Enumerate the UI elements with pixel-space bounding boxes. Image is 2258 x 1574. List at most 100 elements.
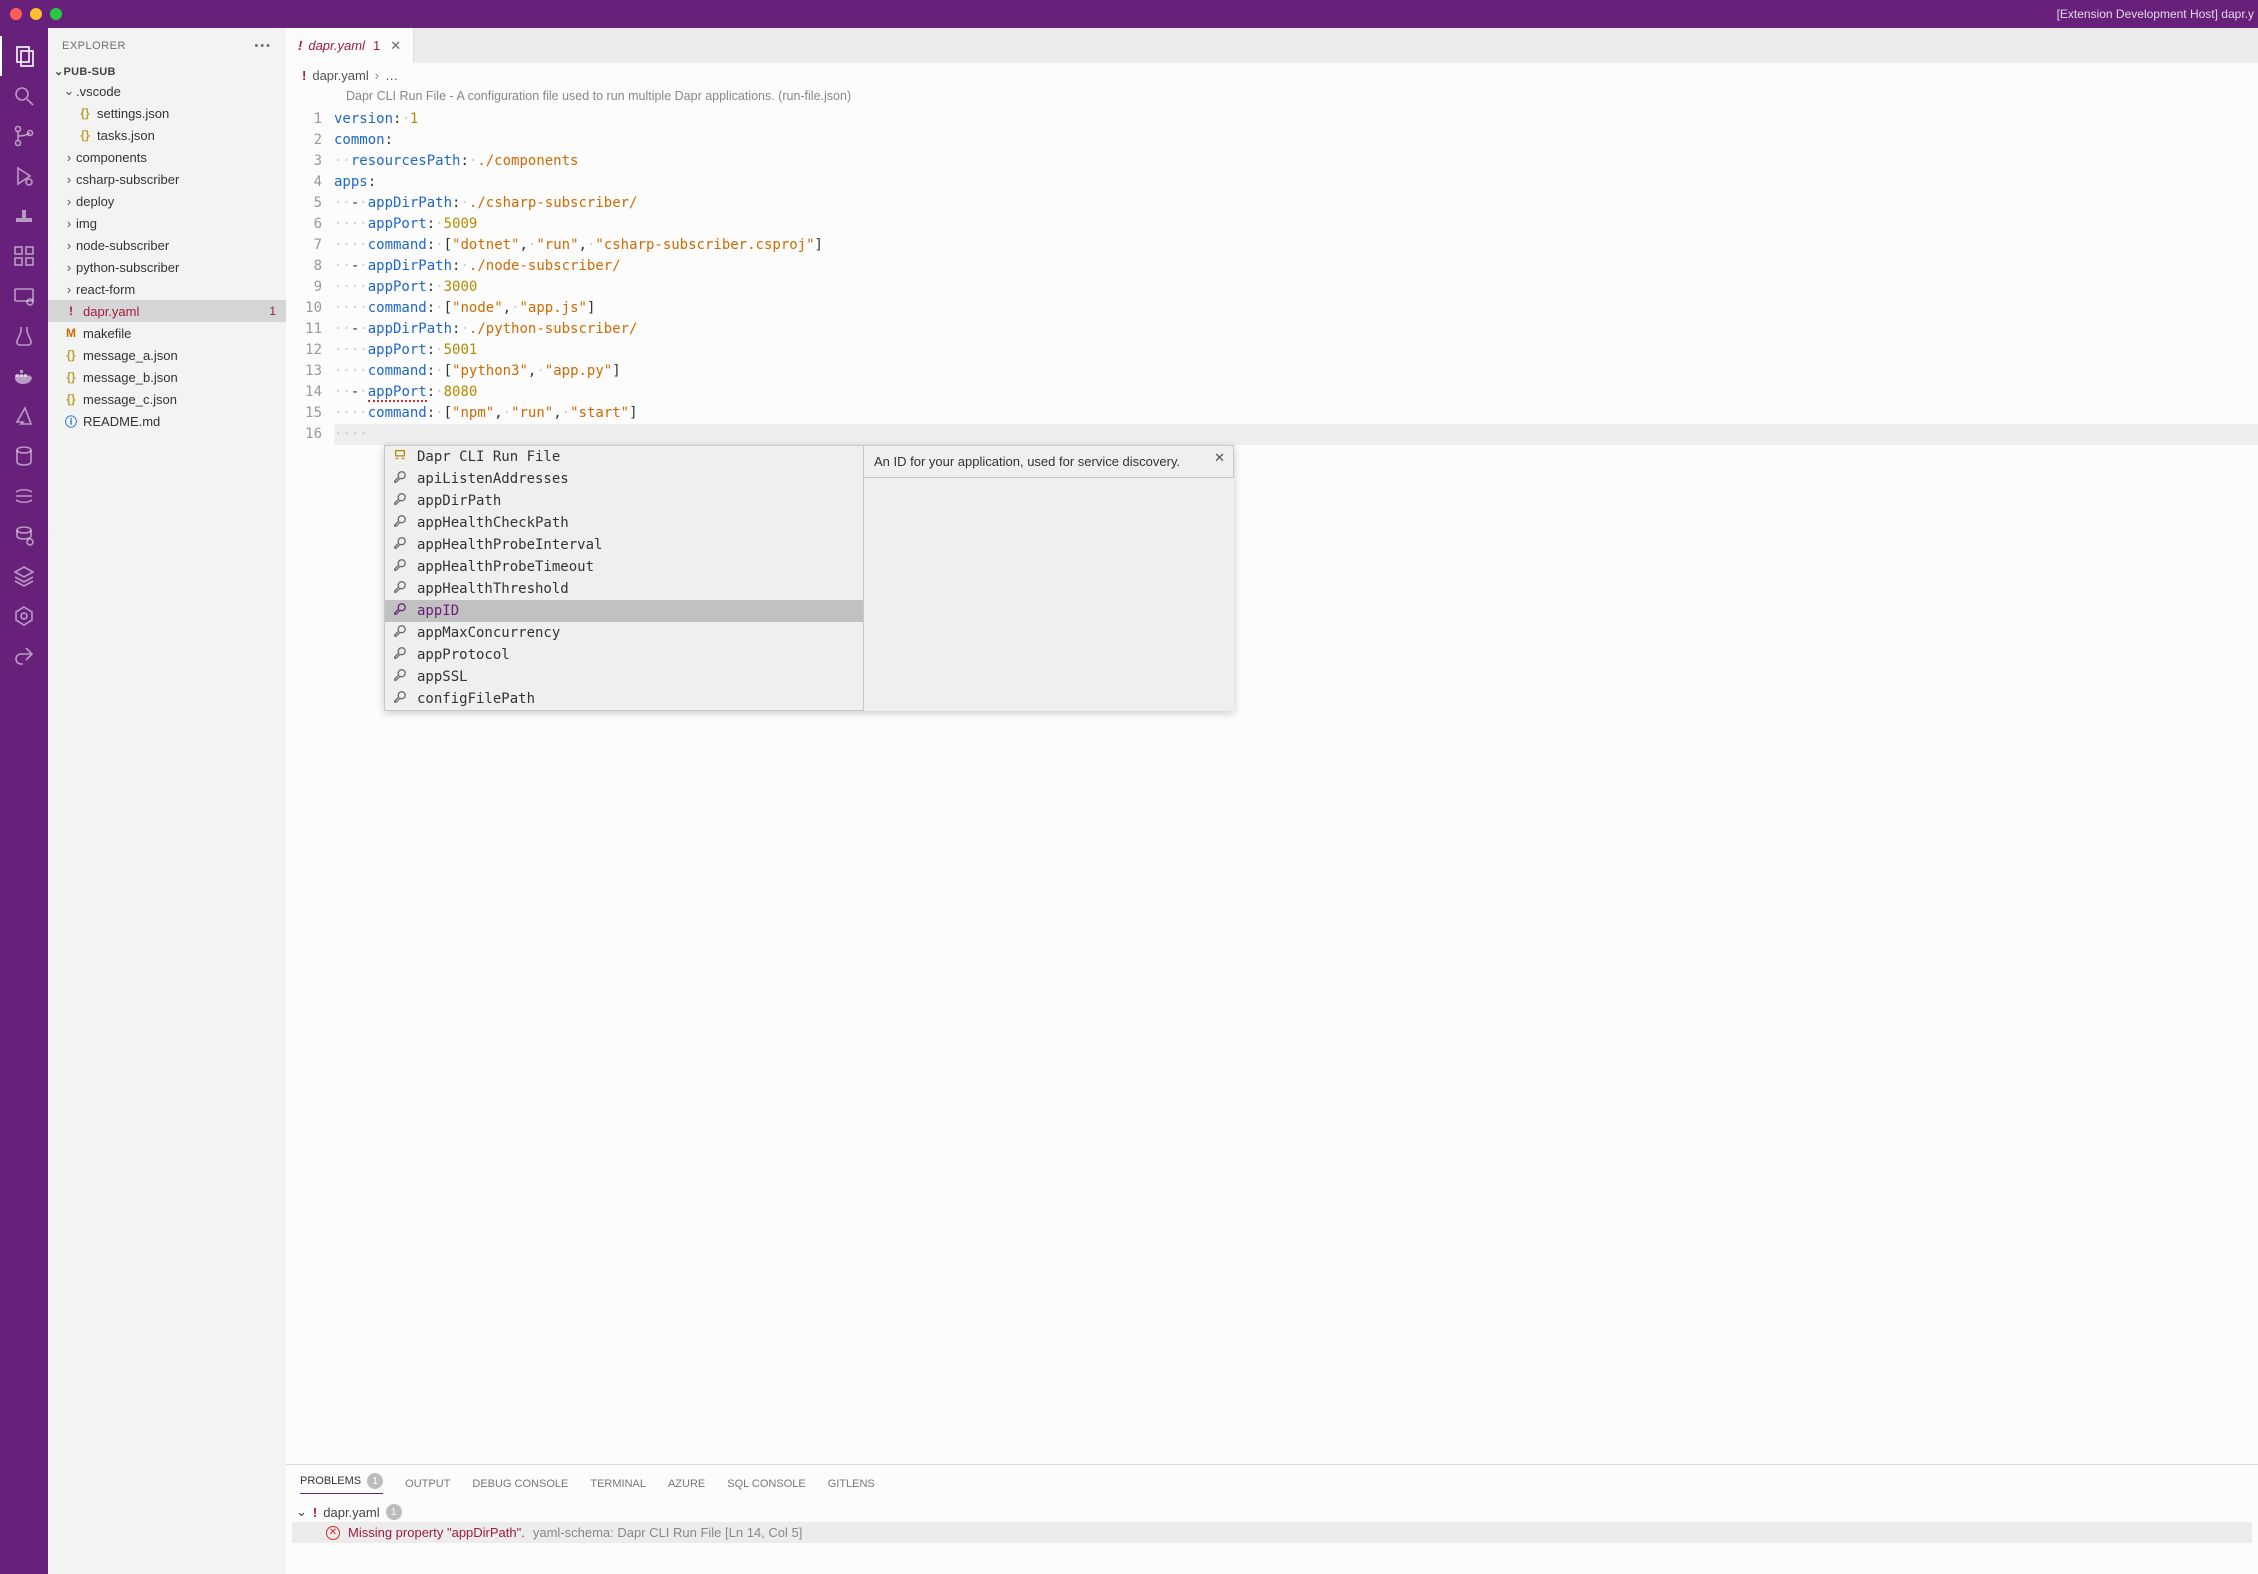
code-line[interactable]: ····appPort:·3000: [334, 277, 2258, 298]
code-line[interactable]: ··resourcesPath:·./components: [334, 151, 2258, 172]
autocomplete-item[interactable]: appDirPath: [385, 490, 863, 512]
autocomplete-item[interactable]: appHealthProbeInterval: [385, 534, 863, 556]
tree-file[interactable]: {}settings.json: [48, 102, 286, 124]
json-icon: {}: [62, 370, 80, 384]
close-icon[interactable]: ✕: [1214, 450, 1225, 466]
tree-folder[interactable]: ›components: [48, 146, 286, 168]
code-line[interactable]: ····command:·["dotnet",·"run",·"csharp-s…: [334, 235, 2258, 256]
code-line[interactable]: ····appPort:·5001: [334, 340, 2258, 361]
code-line[interactable]: ····command:·["node",·"app.js"]: [334, 298, 2258, 319]
editor-tab-dapr-yaml[interactable]: ! dapr.yaml 1 ✕: [286, 28, 414, 63]
activity-remote[interactable]: [0, 276, 48, 316]
tree-label: python-subscriber: [76, 260, 179, 275]
code-line[interactable]: common:: [334, 130, 2258, 151]
code-line[interactable]: ··-·appDirPath:·./python-subscriber/: [334, 319, 2258, 340]
panel-tab-debug-console[interactable]: DEBUG CONSOLE: [472, 1473, 568, 1494]
autocomplete-item[interactable]: Dapr CLI Run File: [385, 446, 863, 468]
window-controls: [10, 8, 62, 20]
panel-tab-problems[interactable]: PROBLEMS1: [300, 1473, 383, 1494]
tree-folder[interactable]: ›img: [48, 212, 286, 234]
autocomplete-item[interactable]: configFilePath: [385, 688, 863, 710]
tree-file[interactable]: {}tasks.json: [48, 124, 286, 146]
autocomplete-item[interactable]: appHealthProbeTimeout: [385, 556, 863, 578]
tree-folder[interactable]: ›deploy: [48, 190, 286, 212]
autocomplete-item[interactable]: apiListenAddresses: [385, 468, 863, 490]
activity-azure[interactable]: [0, 396, 48, 436]
problems-file-row[interactable]: ⌄ ! dapr.yaml 1: [292, 1502, 2252, 1522]
activity-search[interactable]: [0, 76, 48, 116]
tree-file[interactable]: {}message_b.json: [48, 366, 286, 388]
code-line[interactable]: version:·1: [334, 109, 2258, 130]
activity-kubernetes[interactable]: [0, 596, 48, 636]
problem-item[interactable]: ✕ Missing property "appDirPath". yaml-sc…: [292, 1522, 2252, 1543]
tree-folder[interactable]: ›node-subscriber: [48, 234, 286, 256]
activity-bar: [0, 28, 48, 1574]
code-line[interactable]: ····command:·["python3",·"app.py"]: [334, 361, 2258, 382]
breadcrumb[interactable]: ! dapr.yaml › …: [286, 63, 2258, 87]
wrench-icon: [393, 690, 409, 708]
autocomplete-widget: Dapr CLI Run FileapiListenAddresses appDi…: [384, 445, 1234, 711]
code-line[interactable]: ··-·appDirPath:·./node-subscriber/: [334, 256, 2258, 277]
sidebar-section-header[interactable]: ⌄ PUB-SUB: [48, 63, 286, 80]
activity-run-debug[interactable]: [0, 156, 48, 196]
autocomplete-item[interactable]: appHealthCheckPath: [385, 512, 863, 534]
wrench-icon: [393, 602, 409, 620]
autocomplete-list[interactable]: Dapr CLI Run FileapiListenAddresses appDi…: [384, 445, 864, 711]
code-editor[interactable]: 12345678910111213141516 version:·1common…: [286, 109, 2258, 1464]
tree-folder[interactable]: ›csharp-subscriber: [48, 168, 286, 190]
activity-source-control[interactable]: [0, 116, 48, 156]
activity-docker[interactable]: [0, 356, 48, 396]
tree-folder[interactable]: ›react-form: [48, 278, 286, 300]
tree-file[interactable]: ⓘREADME.md: [48, 410, 286, 432]
activity-db2[interactable]: [0, 516, 48, 556]
activity-dapr[interactable]: [0, 196, 48, 236]
activity-testing[interactable]: [0, 316, 48, 356]
problem-badge: 1: [269, 304, 276, 318]
sidebar-more-icon[interactable]: •••: [254, 40, 272, 52]
autocomplete-item[interactable]: appID: [385, 600, 863, 622]
breadcrumb-file: dapr.yaml: [312, 68, 368, 83]
problems-body[interactable]: ⌄ ! dapr.yaml 1 ✕ Missing property "appD…: [286, 1500, 2258, 1574]
autocomplete-item[interactable]: appMaxConcurrency: [385, 622, 863, 644]
activity-gitlens[interactable]: [0, 476, 48, 516]
code-line[interactable]: ····command:·["npm",·"run",·"start"]: [334, 403, 2258, 424]
close-window-button[interactable]: [10, 8, 22, 20]
snippet-icon: [393, 448, 409, 466]
tree-folder[interactable]: ⌄.vscode: [48, 80, 286, 102]
tree-file[interactable]: !dapr.yaml1: [48, 300, 286, 322]
autocomplete-item[interactable]: appProtocol: [385, 644, 863, 666]
activity-layers[interactable]: [0, 556, 48, 596]
panel-tab-output[interactable]: OUTPUT: [405, 1473, 450, 1494]
panel-tab-sql-console[interactable]: SQL CONSOLE: [727, 1473, 805, 1494]
close-icon[interactable]: ✕: [390, 38, 401, 54]
code-line[interactable]: ····: [334, 424, 2258, 445]
tree-label: settings.json: [97, 106, 169, 121]
activity-extensions[interactable]: [0, 236, 48, 276]
code-content[interactable]: version:·1common:··resourcesPath:·./comp…: [334, 109, 2258, 1464]
autocomplete-label: appDirPath: [417, 493, 501, 509]
chevron-right-icon: ›: [62, 150, 76, 165]
code-line[interactable]: ··-·appPort:·8080: [334, 382, 2258, 403]
panel-tab-azure[interactable]: AZURE: [668, 1473, 705, 1494]
panel-tab-terminal[interactable]: TERMINAL: [590, 1473, 646, 1494]
tree-label: .vscode: [76, 84, 121, 99]
autocomplete-item[interactable]: appHealthThreshold: [385, 578, 863, 600]
sidebar-title: EXPLORER: [62, 40, 126, 52]
autocomplete-item[interactable]: appSSL: [385, 666, 863, 688]
minimize-window-button[interactable]: [30, 8, 42, 20]
maximize-window-button[interactable]: [50, 8, 62, 20]
wrench-icon: [393, 624, 409, 642]
code-line[interactable]: apps:: [334, 172, 2258, 193]
autocomplete-label: appID: [417, 603, 459, 619]
tree-file[interactable]: {}message_a.json: [48, 344, 286, 366]
panel-tab-gitlens[interactable]: GITLENS: [828, 1473, 875, 1494]
code-line[interactable]: ··-·appDirPath:·./csharp-subscriber/: [334, 193, 2258, 214]
activity-share[interactable]: [0, 636, 48, 676]
tree-file[interactable]: {}message_c.json: [48, 388, 286, 410]
tree-file[interactable]: Mmakefile: [48, 322, 286, 344]
code-line[interactable]: ····appPort:·5009: [334, 214, 2258, 235]
activity-database[interactable]: [0, 436, 48, 476]
tree-folder[interactable]: ›python-subscriber: [48, 256, 286, 278]
wrench-icon: [393, 514, 409, 532]
activity-explorer[interactable]: [0, 36, 48, 76]
